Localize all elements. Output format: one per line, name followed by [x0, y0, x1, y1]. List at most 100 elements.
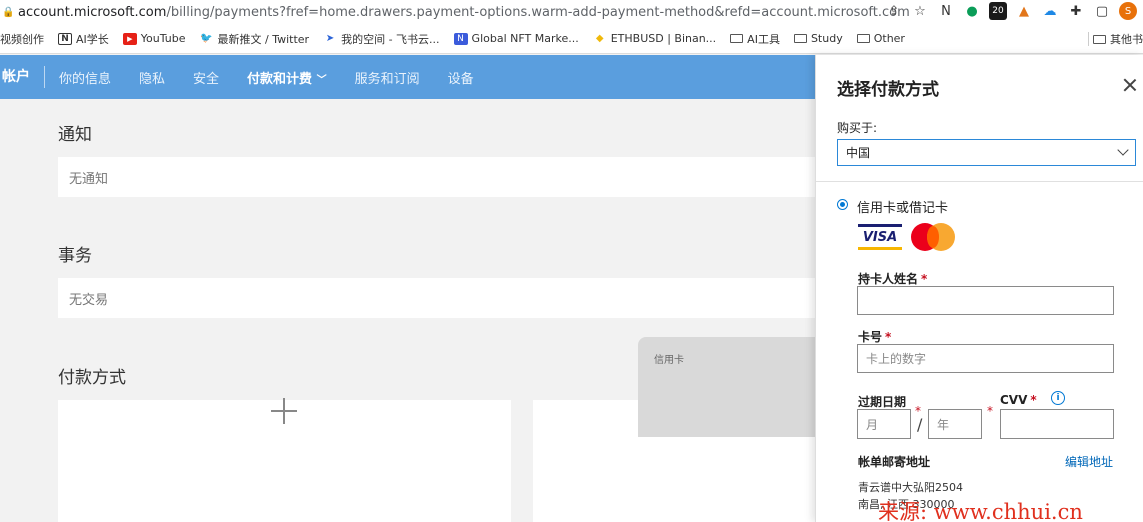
cvv-label: CVV *	[1000, 393, 1037, 407]
required-mark: *	[1030, 393, 1037, 407]
nav-devices[interactable]: 设备	[448, 68, 474, 87]
folder-icon	[730, 34, 744, 43]
bookmark-folder[interactable]: Other	[856, 32, 905, 45]
nav-services-subscriptions[interactable]: 服务和订阅	[355, 68, 420, 87]
expiry-year-select[interactable]: 年	[928, 409, 982, 439]
metamask-icon[interactable]: ▲	[1015, 2, 1033, 20]
bookmarks-separator	[1088, 32, 1089, 46]
visa-logo-text: VISA	[862, 229, 898, 245]
url-host: account.microsoft.com	[18, 4, 167, 20]
bookmark-item[interactable]: ◆ ETHBUSD | Binan...	[593, 32, 716, 45]
transactions-card: 无交易	[58, 278, 818, 318]
lock-icon: 🔒	[2, 7, 15, 18]
notion-extension-icon[interactable]: N	[937, 2, 955, 20]
nav-security[interactable]: 安全	[193, 68, 219, 87]
bookmark-label: Study	[810, 32, 843, 45]
edit-address-link[interactable]: 编辑地址	[1065, 453, 1113, 470]
panel-title: 选择付款方式	[837, 80, 939, 100]
chat-extension-icon[interactable]: ●	[963, 2, 981, 20]
bookmark-item[interactable]: ▶ YouTube	[122, 32, 186, 45]
bookmark-folder[interactable]: AI工具	[730, 31, 780, 47]
bookmarks-bar: 视频创作 N AI学长 ▶ YouTube 🐦 最新推文 / Twitter ➤ 我的空…	[0, 24, 1143, 54]
cardholder-label: 持卡人姓名 *	[858, 270, 927, 287]
folder-icon	[856, 34, 870, 43]
nav-payment-billing[interactable]: 付款和计费 ﹀	[247, 68, 327, 87]
credit-card-label: 信用卡	[654, 355, 684, 366]
address-line-1: 青云谱中大弘阳2504	[858, 481, 963, 494]
card-radio[interactable]	[837, 199, 848, 210]
cardholder-input[interactable]	[857, 286, 1114, 315]
folder-icon	[793, 34, 807, 43]
year-placeholder: 年	[937, 417, 950, 432]
other-bookmarks[interactable]: 其他书	[1093, 31, 1143, 47]
folder-icon	[1093, 34, 1106, 44]
credit-card-preview: 信用卡	[638, 337, 818, 437]
plus-icon[interactable]	[271, 398, 297, 424]
cloud-extension-icon[interactable]: ☁	[1041, 2, 1059, 20]
expiry-month-select[interactable]: 月	[857, 409, 911, 439]
twitter-icon: 🐦	[200, 33, 213, 44]
mastercard-icon	[911, 223, 957, 251]
url-path: /billing/payments?fref=home.drawers.paym…	[166, 4, 910, 20]
nav-your-info[interactable]: 你的信息	[59, 68, 111, 87]
feishu-icon: ➤	[325, 33, 335, 44]
payment-methods-title: 付款方式	[58, 368, 126, 388]
bookmark-label: AI工具	[747, 32, 780, 46]
expiry-label: 过期日期	[858, 395, 907, 409]
bookmark-label: 视频创作	[0, 32, 44, 46]
sidebar-icon[interactable]: ▢	[1093, 2, 1111, 20]
bookmark-label: Other	[873, 32, 905, 45]
card-number-label-text: 卡号	[858, 330, 883, 344]
bookmark-label: Global NFT Marke...	[471, 32, 579, 45]
card-number-placeholder: 卡上的数字	[866, 352, 927, 366]
chevron-down-icon	[1117, 144, 1129, 156]
bookmark-item[interactable]: N Global NFT Marke...	[453, 32, 579, 45]
youtube-icon: ▶	[122, 32, 137, 45]
billing-main: 通知 无通知 事务 无交易 付款方式	[0, 99, 818, 522]
info-icon[interactable]: i	[1051, 391, 1065, 405]
payment-method-panel: 选择付款方式 购买于: 中国 信用卡或借记卡 VISA 持卡人姓名 * 卡号 * 卡…	[815, 55, 1143, 522]
required-mark: *	[885, 330, 892, 344]
billing-address-label: 帐单邮寄地址	[858, 455, 931, 469]
panel-divider	[816, 181, 1143, 182]
profile-avatar[interactable]: S	[1119, 2, 1137, 20]
bookmark-item[interactable]: 🐦 最新推文 / Twitter	[200, 31, 310, 47]
watermark: 来源: www.chhui.cn	[878, 500, 1083, 522]
bookmark-folder[interactable]: Study	[793, 32, 843, 45]
expiry-separator: /	[917, 415, 923, 434]
bookmark-item[interactable]: N AI学长	[58, 31, 109, 47]
close-icon[interactable]	[1122, 77, 1138, 93]
extension-badge[interactable]: 20	[989, 2, 1007, 20]
purchase-for-label: 购买于:	[837, 121, 878, 135]
nav-label: 付款和计费	[247, 71, 313, 87]
binance-icon: ◆	[595, 33, 604, 44]
puzzle-icon[interactable]: ✚	[1067, 2, 1085, 20]
nav-privacy[interactable]: 隐私	[139, 68, 165, 87]
required-mark: *	[987, 404, 993, 418]
browser-url-bar[interactable]: 🔒 account.microsoft.com/billing/payments…	[0, 0, 1143, 24]
visa-icon: VISA	[858, 224, 902, 250]
browser-toolbar: ⇪ ☆ N ● 20 ▲ ☁ ✚ ▢ S	[885, 2, 1137, 20]
country-value: 中国	[846, 146, 871, 160]
cvv-input[interactable]	[1000, 409, 1114, 439]
card-option-label[interactable]: 信用卡或借记卡	[857, 197, 948, 216]
chevron-down-icon: ﹀	[316, 74, 327, 86]
bookmark-label: 我的空间 - 飞书云...	[341, 32, 440, 46]
country-select[interactable]: 中国	[837, 139, 1136, 166]
card-number-input[interactable]: 卡上的数字	[857, 344, 1114, 373]
card-number-label: 卡号 *	[858, 328, 891, 345]
bookmark-item[interactable]: 视频创作	[0, 31, 44, 47]
bookmark-label: 最新推文 / Twitter	[217, 32, 310, 46]
bookmark-label: 其他书	[1110, 33, 1143, 46]
notifications-card: 无通知	[58, 157, 818, 197]
month-placeholder: 月	[866, 417, 879, 432]
cardholder-label-text: 持卡人姓名	[858, 272, 919, 286]
bookmark-label: ETHBUSD | Binan...	[610, 32, 717, 45]
bookmark-item[interactable]: ➤ 我的空间 - 飞书云...	[323, 31, 440, 47]
required-mark: *	[921, 272, 928, 286]
transactions-title: 事务	[58, 246, 92, 266]
star-icon[interactable]: ☆	[911, 2, 929, 20]
share-icon[interactable]: ⇪	[885, 2, 903, 20]
account-brand[interactable]: 帐户	[0, 66, 45, 88]
url-text[interactable]: account.microsoft.com/billing/payments?f…	[18, 5, 910, 20]
